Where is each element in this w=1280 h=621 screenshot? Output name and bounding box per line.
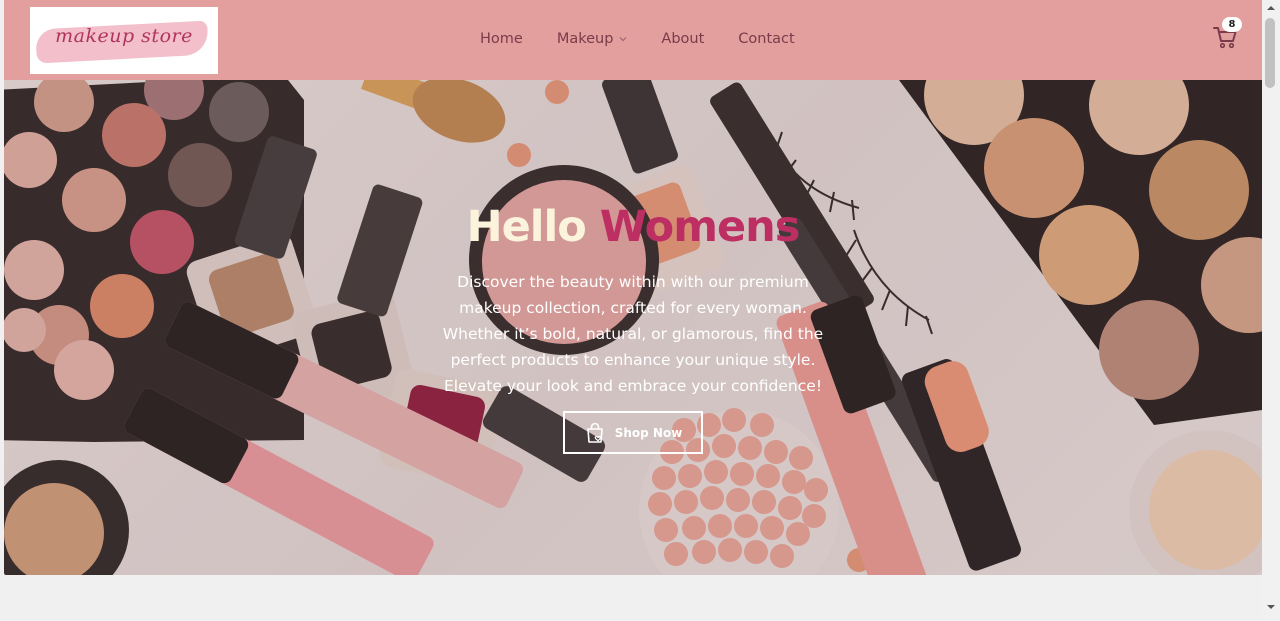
nav-item-makeup[interactable]: Makeup	[557, 31, 628, 47]
page-scrollbar[interactable]	[1262, 0, 1280, 621]
shop-now-button[interactable]: Shop Now	[563, 411, 703, 454]
nav-label-home: Home	[480, 31, 523, 47]
nav-label-makeup: Makeup	[556, 31, 614, 47]
hero-description: Discover the beauty within with our prem…	[442, 273, 824, 395]
cart-count-badge: 8	[1222, 17, 1242, 32]
main-nav: Home Makeup About Contact	[480, 31, 829, 47]
nav-item-home[interactable]: Home	[480, 31, 523, 47]
nav-item-contact[interactable]: Contact	[738, 31, 794, 47]
page-frame: makeup store Home Makeup About Contact 8…	[4, 0, 1262, 617]
shop-now-label: Shop Now	[614, 425, 683, 440]
hero-title: Hello Womens	[4, 202, 1262, 252]
hero-title-womens: Womens	[599, 202, 801, 252]
chevron-down-icon	[619, 36, 627, 42]
scrollbar-thumb[interactable]	[1265, 18, 1275, 88]
hero-title-hello: Hello	[466, 202, 587, 252]
scroll-down-arrow-icon[interactable]	[1266, 603, 1276, 611]
store-logo[interactable]: makeup store	[30, 7, 218, 74]
nav-label-contact: Contact	[738, 31, 795, 47]
nav-label-about: About	[661, 31, 705, 47]
site-header: makeup store Home Makeup About Contact 8	[4, 0, 1262, 80]
hero-banner: Hello Womens Discover the beauty within …	[4, 80, 1262, 575]
shopping-bag-heart-icon	[586, 422, 603, 443]
nav-item-about[interactable]: About	[661, 31, 704, 47]
scroll-up-arrow-icon[interactable]	[1266, 4, 1276, 12]
logo-text: makeup store	[55, 25, 193, 47]
